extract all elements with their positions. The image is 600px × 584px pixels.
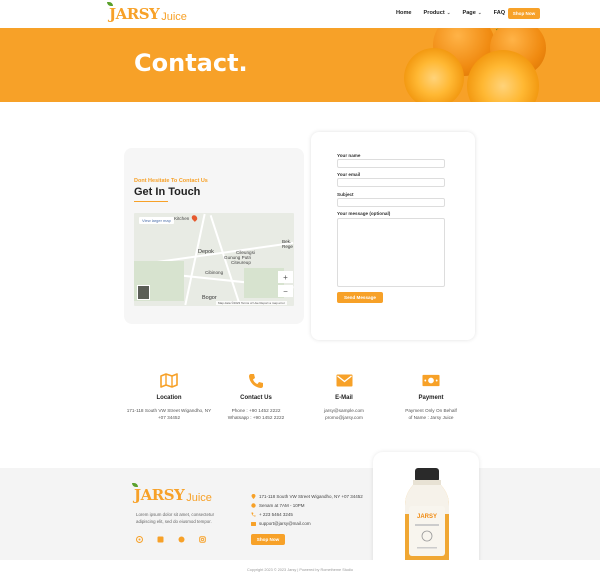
nav-label: FAQ bbox=[493, 10, 506, 16]
hero-banner: Contact. bbox=[0, 28, 600, 102]
email-field[interactable] bbox=[337, 178, 445, 187]
name-label: Your name bbox=[337, 153, 361, 158]
message-field[interactable] bbox=[337, 218, 445, 287]
logo-main-text: JARSY bbox=[134, 486, 185, 504]
whatsapp-icon[interactable] bbox=[136, 536, 143, 543]
leaf-icon bbox=[132, 483, 138, 487]
footer-address: 171-118 South VW Street Wigandho, NY +07… bbox=[251, 494, 363, 499]
mail-icon bbox=[251, 521, 256, 526]
feature-location: Location 171-118 South VW Street Wigandh… bbox=[119, 373, 219, 421]
linkedin-icon[interactable] bbox=[157, 536, 164, 543]
chevron-down-icon: ⌄ bbox=[477, 10, 482, 15]
logo-sub-text: Juice bbox=[186, 492, 212, 504]
send-message-button[interactable]: Send Message bbox=[337, 292, 383, 303]
leaf-icon bbox=[107, 2, 113, 6]
feature-line: +07 34452 bbox=[157, 415, 181, 420]
footer-address-text: 171-118 South VW Street Wigandho, NY +07… bbox=[259, 494, 363, 499]
footer-shop-now-button[interactable]: Shop Now bbox=[251, 534, 285, 545]
nav-label: Home bbox=[396, 10, 412, 16]
footer-logo[interactable]: JARSY Juice bbox=[132, 483, 212, 504]
logo-sub-text: Juice bbox=[161, 11, 187, 23]
phone-icon bbox=[247, 373, 265, 388]
message-label: Your message (optional) bbox=[337, 211, 391, 216]
email-label: Your email bbox=[337, 172, 361, 177]
footer-phone-text: + 223 5464 3245 bbox=[259, 512, 293, 517]
map-label: Cibinong bbox=[205, 270, 224, 275]
main-nav: Home Product ⌄ Page ⌄ FAQ bbox=[396, 10, 505, 16]
instagram-icon[interactable] bbox=[199, 536, 206, 543]
map-attribution: Map data ©2023 Terms of Use Report a map… bbox=[216, 301, 287, 305]
nav-label: Product bbox=[423, 10, 445, 16]
feature-line: Whatsapp : +90 1452 2222 bbox=[227, 415, 285, 420]
site-header: JARSY Juice Home Product ⌄ Page ⌄ FAQ Shop… bbox=[0, 0, 600, 28]
site-footer bbox=[0, 468, 600, 560]
feature-title: Contact Us bbox=[240, 395, 272, 401]
page-title: Contact. bbox=[134, 49, 248, 77]
feature-title: Payment bbox=[418, 395, 444, 401]
feature-text: 171-118 South VW Street Wigandho, NY +07… bbox=[119, 407, 219, 421]
feature-contact: Contact Us Phone : +90 1452 2222 Whatsap… bbox=[206, 373, 306, 421]
feature-text: Payment Only On Behalf of Name : Jarsy J… bbox=[381, 407, 481, 421]
subject-label: Subject bbox=[337, 192, 354, 197]
footer-bottom-bar bbox=[0, 560, 600, 584]
clock-icon bbox=[251, 503, 256, 508]
feature-line: Phone : +90 1452 2222 bbox=[231, 408, 281, 413]
feature-line: Payment Only On Behalf bbox=[405, 408, 457, 413]
chevron-down-icon: ⌄ bbox=[446, 10, 451, 15]
nav-item-product[interactable]: Product ⌄ bbox=[424, 10, 451, 16]
zoom-out-button[interactable]: − bbox=[278, 285, 293, 297]
shop-now-button[interactable]: Shop Now bbox=[508, 8, 540, 19]
map-icon bbox=[160, 373, 178, 388]
feature-title: Location bbox=[156, 395, 182, 401]
nav-item-home[interactable]: Home bbox=[396, 10, 412, 16]
feature-line: jarsy@sample.com bbox=[324, 408, 364, 413]
nav-item-faq[interactable]: FAQ bbox=[494, 10, 506, 16]
location-pin-icon bbox=[251, 494, 256, 499]
name-field[interactable] bbox=[337, 159, 445, 168]
contact-subtitle: Dont Hesitate To Contact Us bbox=[134, 178, 208, 184]
footer-description: Lorem ipsum dolor sit amet, consectetur … bbox=[136, 512, 215, 524]
feature-title: E-Mail bbox=[335, 395, 353, 401]
subject-field[interactable] bbox=[337, 198, 445, 207]
footer-hours: Senam at 7AM - 10PM bbox=[251, 503, 305, 508]
logo-main-text: JARSY bbox=[109, 5, 160, 23]
footer-email-text[interactable]: support@jarsy@mail.com bbox=[259, 521, 311, 526]
footer-phone: + 223 5464 3245 bbox=[251, 512, 293, 517]
feature-line: promo@jarsy.com bbox=[325, 415, 363, 420]
phone-icon bbox=[251, 512, 256, 517]
facebook-icon[interactable] bbox=[178, 536, 185, 543]
contact-heading: Get In Touch bbox=[134, 186, 201, 198]
map-label: Bek. Rege bbox=[282, 239, 293, 249]
feature-text: jarsy@sample.com promo@jarsy.com bbox=[294, 407, 394, 421]
nav-label: Page bbox=[462, 10, 476, 16]
view-larger-map-link[interactable]: View larger map bbox=[139, 217, 174, 224]
location-pin-icon bbox=[190, 214, 199, 222]
copyright-text: Copyright 2023 © 2023 Jarsy | Powered by… bbox=[247, 568, 353, 572]
nav-item-page[interactable]: Page ⌄ bbox=[462, 10, 481, 16]
map-label: Citeureup bbox=[231, 260, 251, 265]
satellite-toggle[interactable] bbox=[137, 285, 150, 300]
map-label: Bogor bbox=[202, 295, 217, 301]
feature-payment: Payment Payment Only On Behalf of Name :… bbox=[381, 373, 481, 421]
social-links bbox=[136, 536, 206, 543]
footer-email: support@jarsy@mail.com bbox=[251, 521, 311, 526]
bottle-brand-text: JARSY bbox=[417, 514, 437, 520]
heading-underline bbox=[134, 201, 168, 203]
feature-line: of Name : Jarsy Juice bbox=[408, 415, 454, 420]
feature-line: 171-118 South VW Street Wigandho, NY bbox=[126, 408, 212, 413]
map-label: Depok bbox=[198, 249, 214, 255]
footer-hours-text: Senam at 7AM - 10PM bbox=[259, 503, 305, 508]
logo[interactable]: JARSY Juice bbox=[107, 2, 187, 23]
money-icon bbox=[422, 373, 440, 388]
feature-email: E-Mail jarsy@sample.com promo@jarsy.com bbox=[294, 373, 394, 421]
mail-icon bbox=[335, 373, 353, 388]
zoom-in-button[interactable]: + bbox=[278, 271, 293, 283]
feature-text: Phone : +90 1452 2222 Whatsapp : +90 145… bbox=[206, 407, 306, 421]
map-label: Kitchen bbox=[174, 216, 190, 221]
google-map[interactable]: View larger map Kitchen Depok Bogor Cibi… bbox=[134, 213, 294, 306]
